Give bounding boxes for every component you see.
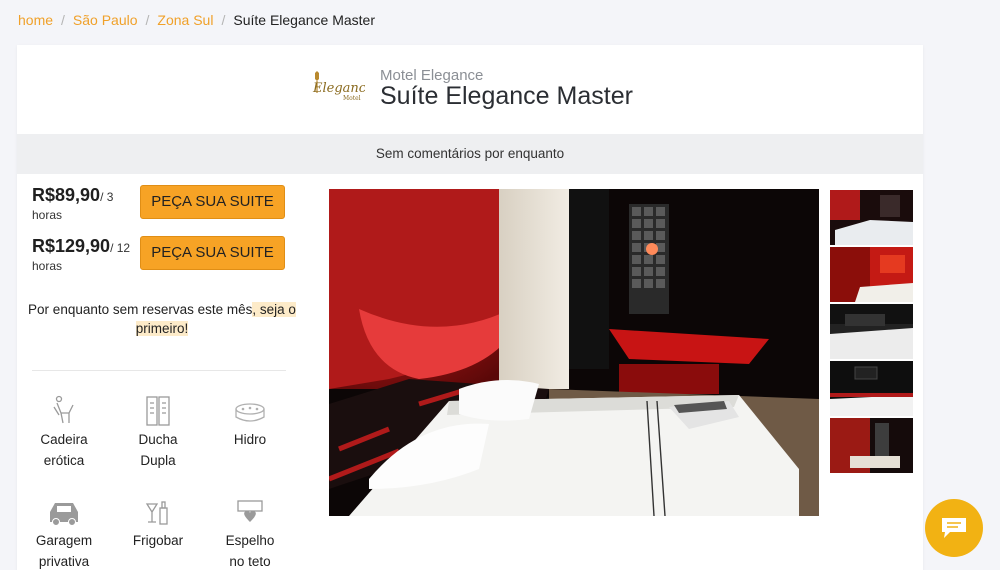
- amenity-item: Cadeira erótica: [24, 395, 104, 471]
- hot-tub-icon: [235, 403, 265, 422]
- breadcrumb-current: Suíte Elegance Master: [233, 12, 375, 28]
- photo-thumbnail[interactable]: [830, 304, 913, 359]
- ceiling-mirror-icon: [237, 500, 263, 522]
- suite-main-photo[interactable]: [329, 189, 819, 516]
- breadcrumb-link-city[interactable]: São Paulo: [73, 12, 138, 28]
- reservation-text: Por enquanto sem reservas este mês: [28, 302, 253, 317]
- suite-card: Elegance Motel Motel Elegance Suíte Eleg…: [17, 45, 923, 570]
- price-period: / 3: [100, 190, 114, 204]
- chair-icon: [53, 395, 74, 424]
- amenity-item: Espelho no teto: [210, 498, 290, 570]
- breadcrumb-separator: /: [145, 12, 150, 28]
- price-value: R$89,90: [32, 185, 101, 205]
- reservation-highlight: primeiro!: [135, 321, 189, 336]
- amenity-label: Dupla: [140, 453, 176, 468]
- car-icon: [50, 503, 78, 526]
- price-hours-label: horas: [32, 259, 63, 273]
- chat-button[interactable]: [925, 499, 983, 557]
- divider: [32, 370, 286, 371]
- amenity-label: Hidro: [233, 432, 267, 447]
- svg-text:Motel: Motel: [343, 95, 361, 102]
- amenity-label: Garagem: [35, 533, 93, 548]
- photo-thumbnail[interactable]: [830, 361, 913, 416]
- price-option: R$89,90/ 3 horas PEÇA SUA SUITE: [32, 185, 285, 222]
- reservation-highlight: , seja o: [252, 302, 296, 317]
- breadcrumb-separator: /: [61, 12, 65, 28]
- reservation-note: Por enquanto sem reservas este mês, seja…: [17, 300, 307, 338]
- amenity-item: Hidro: [210, 397, 290, 450]
- amenity-item: Ducha Dupla: [118, 395, 198, 471]
- amenity-item: Frigobar: [118, 498, 198, 551]
- amenity-item: Garagem privativa: [24, 498, 104, 570]
- amenity-label: Frigobar: [132, 533, 184, 548]
- price-option: R$129,90/ 12 horas PEÇA SUA SUITE: [32, 236, 285, 273]
- amenity-label: no teto: [229, 554, 271, 569]
- photo-thumbnail[interactable]: [830, 247, 913, 302]
- breadcrumb-separator: /: [221, 12, 226, 28]
- breadcrumb-link-home[interactable]: home: [18, 12, 53, 28]
- photo-thumbnail[interactable]: [830, 190, 913, 245]
- price-period: / 12: [110, 241, 131, 255]
- price-value: R$129,90: [32, 236, 111, 256]
- order-suite-button[interactable]: PEÇA SUA SUITE: [140, 185, 285, 219]
- amenity-label: privativa: [38, 554, 90, 569]
- page-title: Suíte Elegance Master: [380, 82, 633, 110]
- motel-logo: Elegance Motel: [309, 67, 374, 107]
- breadcrumb-link-zone[interactable]: Zona Sul: [157, 12, 213, 28]
- shower-icon: [146, 396, 170, 426]
- amenity-label: Ducha: [138, 432, 178, 447]
- suite-header: Elegance Motel Motel Elegance Suíte Eleg…: [17, 45, 923, 134]
- svg-text:Elegance: Elegance: [312, 81, 365, 96]
- drinks-icon: [145, 501, 168, 525]
- chat-icon: [942, 518, 966, 538]
- comments-status: Sem comentários por enquanto: [17, 134, 923, 174]
- amenity-label: Espelho: [225, 533, 275, 548]
- price-hours-label: horas: [32, 208, 63, 222]
- order-suite-button[interactable]: PEÇA SUA SUITE: [140, 236, 285, 270]
- photo-thumbnails: [830, 190, 913, 475]
- photo-thumbnail[interactable]: [830, 418, 913, 473]
- amenity-label: erótica: [43, 453, 85, 468]
- amenity-label: Cadeira: [40, 432, 88, 447]
- breadcrumb: home / São Paulo / Zona Sul / Suíte Eleg…: [18, 12, 375, 28]
